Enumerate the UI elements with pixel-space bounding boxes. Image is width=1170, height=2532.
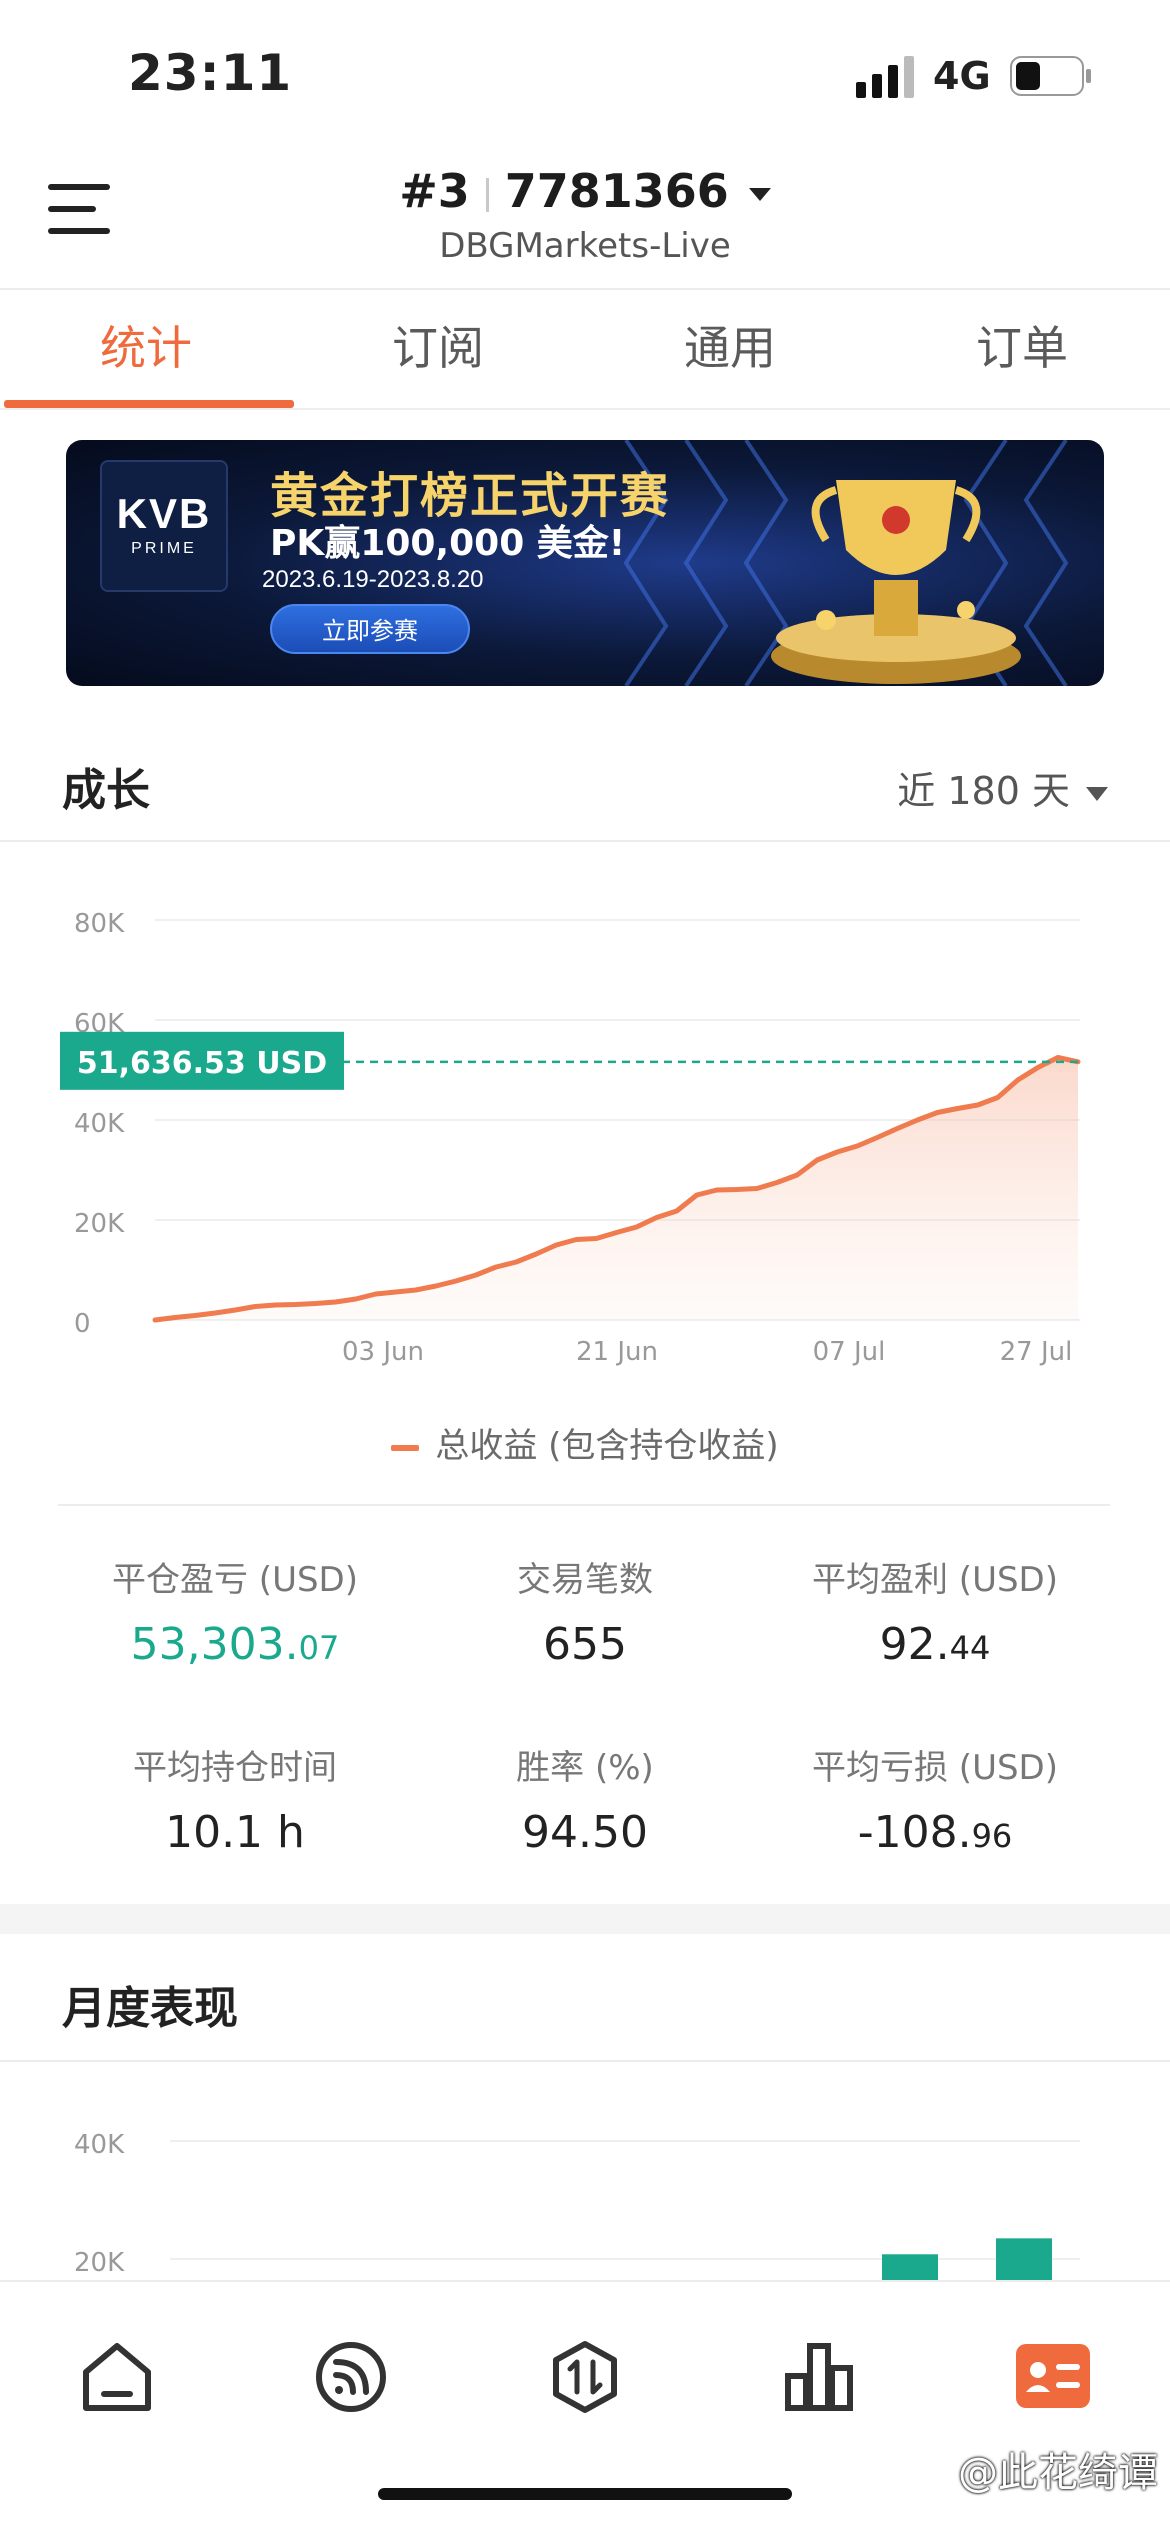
x-tick-label: 21 Jun <box>576 1337 658 1367</box>
stats-icon[interactable] <box>774 2332 864 2422</box>
stat-value: 10.1 h <box>165 1807 305 1858</box>
growth-title: 成长 <box>62 765 150 816</box>
series-area <box>155 1057 1078 1320</box>
x-tick-label: 27 Jul <box>1000 1337 1073 1367</box>
caret-down-icon <box>1086 786 1108 801</box>
stat-value: 655 <box>543 1619 627 1670</box>
status-time: 23:11 <box>128 44 293 102</box>
stat-label: 平均盈利 (USD) <box>812 1560 1058 1600</box>
monthly-chart: 20K 40K <box>74 2130 1080 2280</box>
stat-label: 平均亏损 (USD) <box>812 1748 1058 1788</box>
stat-label: 胜率 (%) <box>516 1748 654 1788</box>
account-id: 7781366 <box>504 164 729 218</box>
kvb-logo: KVB PRIME <box>100 460 228 592</box>
legend-label: 总收益 (包含持仓收益) <box>435 1426 779 1466</box>
tab-general[interactable]: 通用 <box>584 292 876 408</box>
month-bar[interactable] <box>882 2254 938 2280</box>
watermark: @此花绮谭 <box>958 2450 1158 2496</box>
signal-icon[interactable] <box>306 2332 396 2422</box>
tab-bar: 统计 订阅 通用 订单 <box>0 292 1170 410</box>
growth-header: 成长 近 180 天 <box>0 724 1170 834</box>
tab-stats[interactable]: 统计 <box>0 292 292 408</box>
join-button[interactable]: 立即参赛 <box>270 604 470 654</box>
divider <box>58 1504 1110 1506</box>
tab-subscribe[interactable]: 订阅 <box>292 292 584 408</box>
divider <box>0 840 1170 842</box>
stats-grid: 平仓盈亏 (USD) 53,303.07 交易笔数 655 平均盈利 (USD)… <box>0 1540 1170 1880</box>
banner-prize: PK赢100,000 美金! <box>270 523 626 564</box>
stat-closed-pnl: 平仓盈亏 (USD) 53,303.07 <box>40 1552 430 1670</box>
growth-chart: 020K40K60K80K03 Jun 21 Jun 07 Jul 27 Jul 51… <box>60 909 1081 1367</box>
home-icon[interactable] <box>72 2332 162 2422</box>
separator <box>485 177 489 212</box>
legend-swatch <box>391 1444 420 1451</box>
section-gap <box>0 1904 1170 1934</box>
x-tick-label: 07 Jul <box>813 1337 886 1367</box>
promo-banner[interactable]: KVB PRIME 黄金打榜正式开赛 PK赢100,000 美金! 2023.6… <box>66 440 1104 686</box>
divider <box>0 2060 1170 2062</box>
y-tick-label: 40K <box>74 1109 125 1139</box>
signal-icon <box>856 56 914 98</box>
y-tick-label: 20K <box>74 2248 125 2278</box>
server-name: DBGMarkets-Live <box>439 226 731 266</box>
stat-avg-loss: 平均亏损 (USD) -108.96 <box>740 1740 1130 1858</box>
tab-orders[interactable]: 订单 <box>876 292 1168 408</box>
monthly-title: 月度表现 <box>62 1983 238 2034</box>
stat-label: 交易笔数 <box>517 1560 653 1600</box>
status-bar: 23:11 4G <box>0 0 1170 150</box>
home-indicator[interactable] <box>378 2488 792 2500</box>
active-tab-indicator <box>4 400 294 408</box>
stat-value: -108.96 <box>857 1807 1013 1858</box>
account-selector[interactable]: #3 7781366 <box>0 164 1170 218</box>
battery-icon <box>1010 56 1091 96</box>
y-tick-label: 0 <box>74 1309 91 1339</box>
range-label: 近 180 天 <box>897 769 1070 813</box>
stat-value: 92.44 <box>879 1619 991 1670</box>
profile-icon[interactable] <box>1008 2332 1098 2422</box>
stat-label: 平仓盈亏 (USD) <box>112 1560 358 1600</box>
month-bar[interactable] <box>996 2238 1052 2280</box>
stat-win-rate: 胜率 (%) 94.50 <box>390 1740 780 1858</box>
range-selector[interactable]: 近 180 天 <box>897 760 1108 815</box>
stat-value: 94.50 <box>522 1807 648 1858</box>
banner-dates: 2023.6.19-2023.8.20 <box>262 566 484 593</box>
stat-avg-profit: 平均盈利 (USD) 92.44 <box>740 1552 1130 1670</box>
monthly-header: 月度表现 <box>0 1942 1170 2052</box>
account-rank: #3 <box>399 164 470 218</box>
stat-avg-hold-time: 平均持仓时间 10.1 h <box>40 1740 430 1858</box>
network-type: 4G <box>933 54 991 98</box>
account-header: #3 7781366 DBGMarkets-Live <box>0 150 1170 290</box>
y-tick-label: 20K <box>74 1209 125 1239</box>
chart-legend: 总收益 (包含持仓收益) <box>0 1418 1170 1467</box>
current-value-label: 51,636.53 USD <box>77 1046 327 1081</box>
trade-icon[interactable] <box>540 2332 630 2422</box>
x-tick-label: 03 Jun <box>342 1337 424 1367</box>
stat-label: 平均持仓时间 <box>133 1748 337 1788</box>
caret-down-icon <box>748 188 771 201</box>
trophy-icon <box>771 480 1021 684</box>
y-tick-label: 80K <box>74 909 125 939</box>
stat-value: 53,303.07 <box>130 1619 340 1670</box>
y-tick-label: 40K <box>74 2130 125 2160</box>
stat-trade-count: 交易笔数 655 <box>390 1552 780 1670</box>
